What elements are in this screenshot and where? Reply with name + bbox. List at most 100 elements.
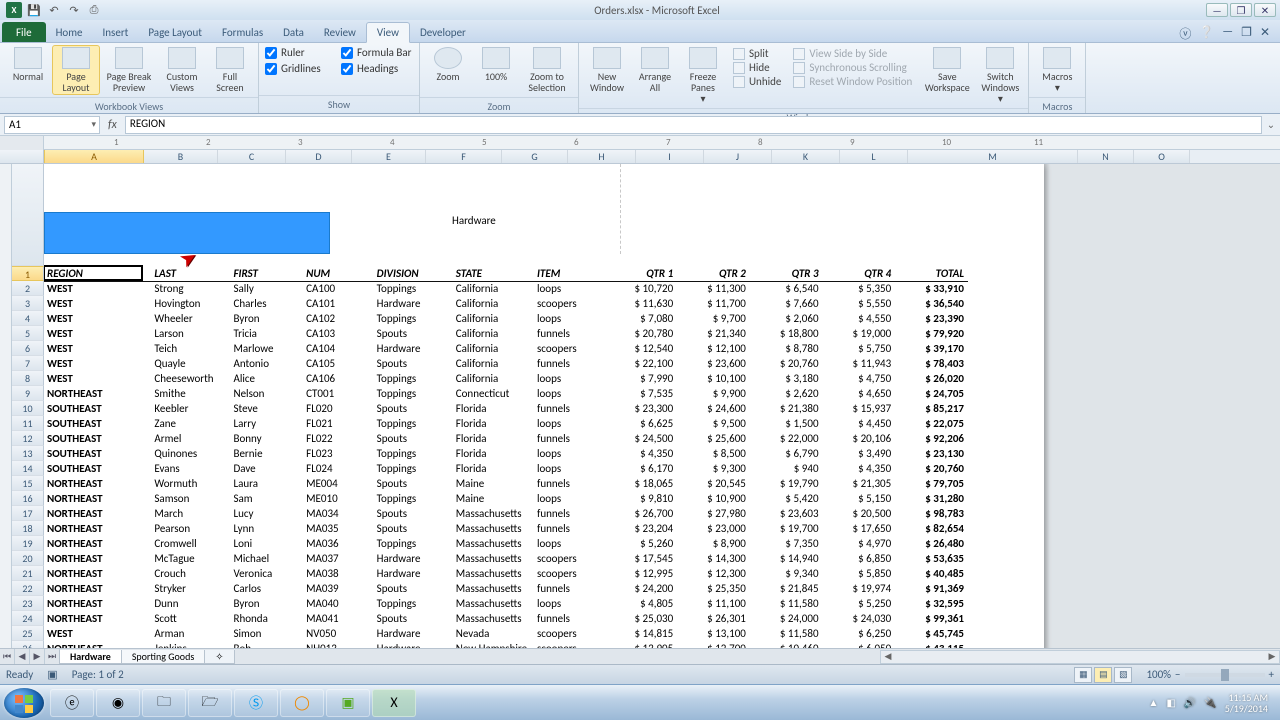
col-header-H[interactable]: H: [568, 150, 636, 163]
col-header-C[interactable]: C: [218, 150, 286, 163]
tray-show-hidden-icon[interactable]: ▲: [1149, 696, 1159, 709]
minimize-button[interactable]: —: [1206, 3, 1228, 17]
expand-formula-bar-icon[interactable]: ⌄: [1262, 118, 1280, 131]
page-area[interactable]: Hardware ➤ REGIONLASTFIRSTNUMDIVISIONSTA…: [44, 164, 1280, 678]
col-header-A[interactable]: A: [44, 150, 144, 163]
zoom-100-button[interactable]: 100%: [472, 45, 520, 84]
row-header-10[interactable]: 10: [12, 401, 44, 416]
row-header-8[interactable]: 8: [12, 371, 44, 386]
col-header-I[interactable]: I: [636, 150, 704, 163]
fx-icon[interactable]: fx: [100, 118, 125, 132]
data-table[interactable]: REGIONLASTFIRSTNUMDIVISIONSTATEITEMQTR 1…: [44, 266, 968, 656]
row-header-12[interactable]: 12: [12, 431, 44, 446]
row-header-11[interactable]: 11: [12, 416, 44, 431]
formula-bar-checkbox[interactable]: Formula Bar: [341, 46, 411, 59]
col-header-G[interactable]: G: [502, 150, 568, 163]
col-header-L[interactable]: L: [840, 150, 908, 163]
tab-formulas[interactable]: Formulas: [212, 23, 273, 42]
page-break-preview-button[interactable]: Page Break Preview: [100, 45, 158, 95]
taskbar-chrome-icon[interactable]: ◉: [96, 689, 140, 717]
tab-page-layout[interactable]: Page Layout: [138, 23, 212, 42]
col-header-J[interactable]: J: [704, 150, 772, 163]
col-header-N[interactable]: N: [1078, 150, 1134, 163]
custom-views-button[interactable]: Custom Views: [158, 45, 206, 95]
taskbar-skype-icon[interactable]: Ⓢ: [234, 689, 278, 717]
zoom-button[interactable]: Zoom: [424, 45, 472, 84]
col-header-O[interactable]: O: [1134, 150, 1190, 163]
row-header-9[interactable]: 9: [12, 386, 44, 401]
formula-input[interactable]: REGION: [125, 116, 1262, 134]
row-header-2[interactable]: 2: [12, 281, 44, 296]
row-header-14[interactable]: 14: [12, 461, 44, 476]
row-header-3[interactable]: 3: [12, 296, 44, 311]
headings-checkbox[interactable]: Headings: [341, 62, 411, 75]
page-layout-view-icon[interactable]: ▤: [1094, 667, 1112, 683]
row-header-25[interactable]: 25: [12, 626, 44, 641]
row-header-20[interactable]: 20: [12, 551, 44, 566]
tab-nav-prev-icon[interactable]: ◀: [15, 649, 30, 665]
row-header-21[interactable]: 21: [12, 566, 44, 581]
page-1[interactable]: Hardware ➤ REGIONLASTFIRSTNUMDIVISIONSTA…: [44, 164, 1044, 678]
row-header-6[interactable]: 6: [12, 341, 44, 356]
doc-close-icon[interactable]: ✕: [1260, 25, 1270, 42]
tray-action-icon[interactable]: ◧: [1166, 696, 1175, 709]
macros-button[interactable]: Macros▾: [1033, 45, 1081, 95]
taskbar-excel-icon[interactable]: X: [372, 689, 416, 717]
macro-record-icon[interactable]: ▣: [47, 668, 57, 681]
row-header-23[interactable]: 23: [12, 596, 44, 611]
tray-clock[interactable]: 11:15 AM 5/19/2014: [1225, 692, 1268, 714]
new-window-button[interactable]: New Window: [583, 45, 631, 95]
insert-sheet-tab[interactable]: ✧: [204, 650, 234, 664]
zoom-control[interactable]: 100% − +: [1146, 668, 1274, 681]
taskbar-ie-icon[interactable]: ⓔ: [50, 689, 94, 717]
col-header-K[interactable]: K: [772, 150, 840, 163]
freeze-panes-button[interactable]: Freeze Panes▾: [679, 45, 727, 106]
taskbar-camtasia-icon[interactable]: ▣: [326, 689, 370, 717]
tab-nav-first-icon[interactable]: ⏮: [0, 649, 15, 665]
row-header-5[interactable]: 5: [12, 326, 44, 341]
row-header-15[interactable]: 15: [12, 476, 44, 491]
close-button[interactable]: ✕: [1254, 3, 1276, 17]
page-layout-button[interactable]: Page Layout: [52, 45, 100, 95]
maximize-button[interactable]: ❐: [1230, 3, 1252, 17]
help-icon[interactable]: ❔: [1199, 25, 1214, 42]
save-icon[interactable]: 💾: [26, 2, 42, 18]
tab-view[interactable]: View: [366, 22, 410, 43]
col-header-F[interactable]: F: [426, 150, 502, 163]
tab-home[interactable]: Home: [46, 23, 93, 42]
normal-view-icon[interactable]: ▦: [1074, 667, 1092, 683]
taskbar-libraries-icon[interactable]: 🗀: [142, 689, 186, 717]
undo-icon[interactable]: ↶: [46, 2, 62, 18]
taskbar-explorer-icon[interactable]: 🗁: [188, 689, 232, 717]
select-all-corner[interactable]: [0, 150, 44, 163]
col-header-D[interactable]: D: [286, 150, 352, 163]
row-header-13[interactable]: 13: [12, 446, 44, 461]
tray-power-icon[interactable]: 🔌: [1204, 696, 1216, 709]
horizontal-scrollbar[interactable]: ◀▶: [880, 650, 1280, 664]
save-workspace-button[interactable]: Save Workspace: [918, 45, 976, 95]
print-icon[interactable]: ⎙: [86, 2, 102, 18]
doc-min-icon[interactable]: —: [1222, 25, 1233, 42]
row-header-16[interactable]: 16: [12, 491, 44, 506]
row-header-22[interactable]: 22: [12, 581, 44, 596]
row-header-1[interactable]: 1: [12, 266, 44, 281]
arrange-all-button[interactable]: Arrange All: [631, 45, 679, 95]
col-header-B[interactable]: B: [144, 150, 218, 163]
row-header-7[interactable]: 7: [12, 356, 44, 371]
normal-view-button[interactable]: Normal: [4, 45, 52, 84]
row-header-18[interactable]: 18: [12, 521, 44, 536]
full-screen-button[interactable]: Full Screen: [206, 45, 254, 95]
name-box[interactable]: A1: [4, 116, 100, 134]
zoom-slider[interactable]: [1185, 673, 1265, 677]
taskbar-app-icon[interactable]: ◯: [280, 689, 324, 717]
col-header-M[interactable]: M: [908, 150, 1078, 163]
zoom-selection-button[interactable]: Zoom to Selection: [520, 45, 574, 95]
row-header-4[interactable]: 4: [12, 311, 44, 326]
col-header-E[interactable]: E: [352, 150, 426, 163]
row-header-17[interactable]: 17: [12, 506, 44, 521]
tab-insert[interactable]: Insert: [93, 23, 139, 42]
redo-icon[interactable]: ↷: [66, 2, 82, 18]
row-header-19[interactable]: 19: [12, 536, 44, 551]
row-header-24[interactable]: 24: [12, 611, 44, 626]
tray-volume-icon[interactable]: 🔊: [1184, 696, 1196, 709]
